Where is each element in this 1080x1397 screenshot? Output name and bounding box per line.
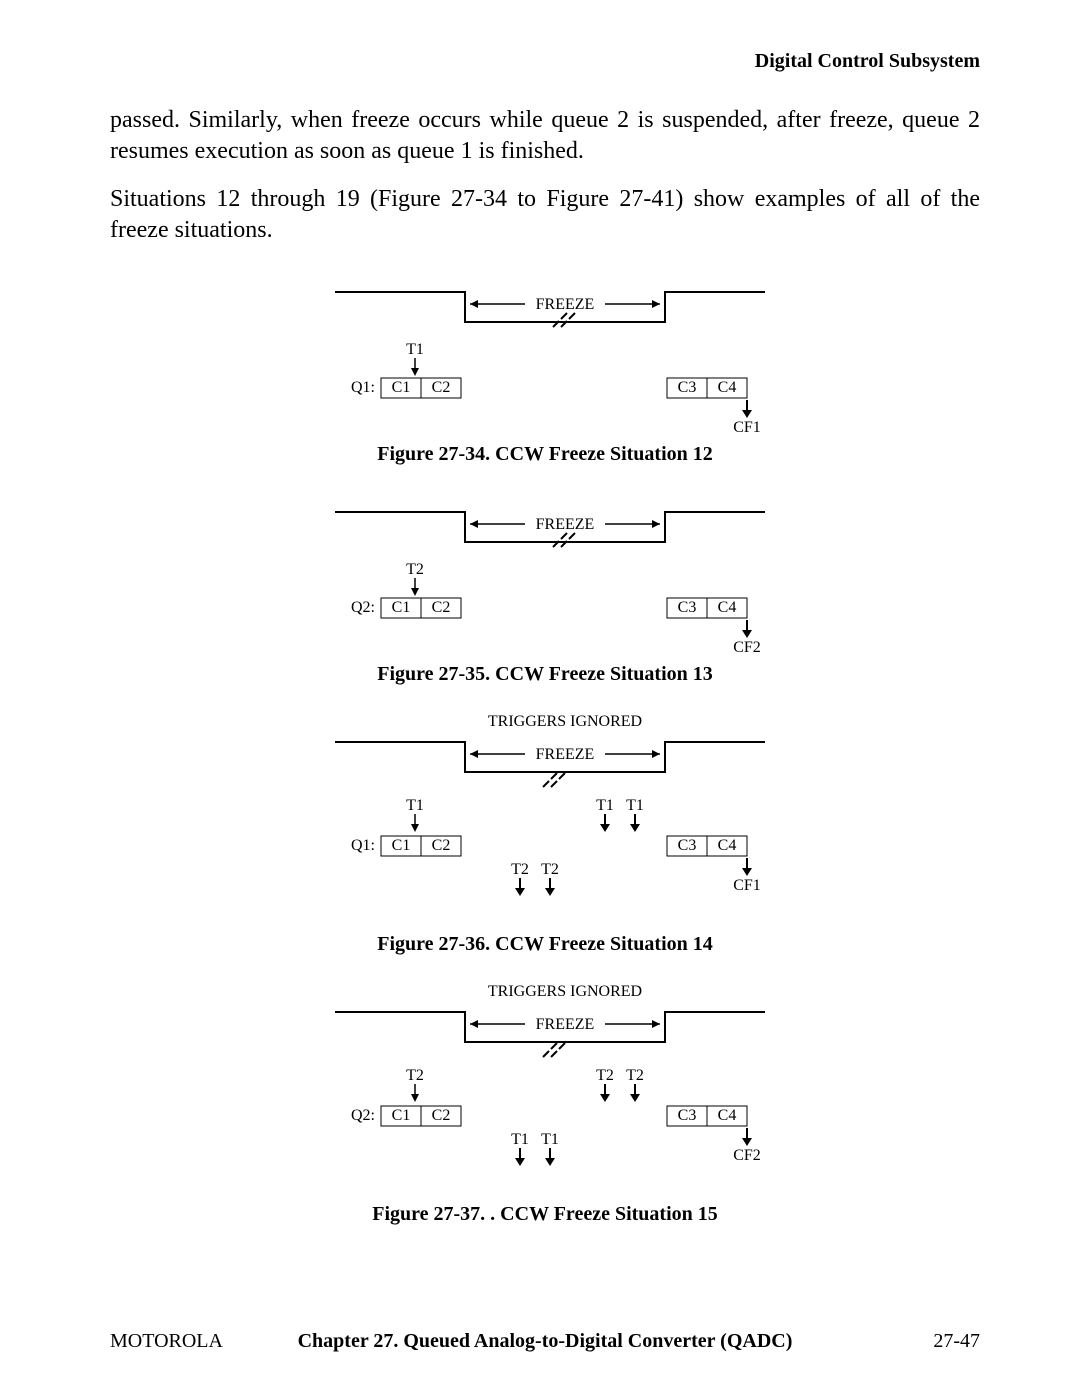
cell-c1-label: C1 — [392, 379, 411, 396]
arrowhead-icon — [600, 824, 610, 832]
trigger-t1-ignored-label: T1 — [596, 797, 614, 814]
cell-c4-label: C4 — [718, 837, 737, 854]
cell-c1-label: C1 — [392, 1107, 411, 1124]
figure-caption-36: Figure 27-36. CCW Freeze Situation 14 — [110, 933, 980, 956]
freeze-label: FREEZE — [536, 516, 595, 533]
triggers-ignored-label: TRIGGERS IGNORED — [488, 713, 642, 730]
timing-diagram-36: TRIGGERS IGNORED FREEZE T1 T1 T1 Q1 — [315, 712, 775, 922]
cf1-label: CF1 — [733, 877, 761, 894]
trigger-t2-label: T2 — [406, 561, 424, 578]
trigger-t2-ignored-label: T2 — [596, 1067, 614, 1084]
arrowhead-icon — [515, 1158, 525, 1166]
freeze-label: FREEZE — [536, 746, 595, 763]
cf2-label: CF2 — [733, 1147, 761, 1164]
trigger-t1-label: T1 — [406, 341, 424, 358]
queue-label-q2: Q2: — [351, 599, 375, 616]
arrowhead-icon — [470, 520, 478, 528]
figure-27-35: FREEZE T2 Q2: C1 C2 C3 C4 CF2 Figure 27-… — [110, 492, 980, 686]
cell-c1-label: C1 — [392, 599, 411, 616]
arrowhead-icon — [742, 410, 752, 418]
trigger-t1-label: T1 — [406, 797, 424, 814]
figure-caption-35: Figure 27-35. CCW Freeze Situation 13 — [110, 663, 980, 686]
cell-c2-label: C2 — [432, 379, 451, 396]
arrowhead-icon — [652, 1020, 660, 1028]
freeze-label: FREEZE — [536, 1016, 595, 1033]
arrowhead-icon — [470, 300, 478, 308]
arrowhead-icon — [652, 300, 660, 308]
arrowhead-icon — [652, 520, 660, 528]
break-mark-icon — [543, 1043, 565, 1057]
arrowhead-icon — [600, 1094, 610, 1102]
figure-27-34: FREEZE T1 Q1: C1 C2 C3 C4 CF1 — [110, 272, 980, 466]
page: Digital Control Subsystem passed. Simila… — [0, 0, 1080, 1397]
figure-27-36: TRIGGERS IGNORED FREEZE T1 T1 T1 Q1 — [110, 712, 980, 956]
arrowhead-icon — [411, 588, 419, 596]
freeze-label: FREEZE — [536, 296, 595, 313]
paragraph-2: Situations 12 through 19 (Figure 27-34 t… — [110, 184, 980, 245]
cell-c1-label: C1 — [392, 837, 411, 854]
cell-c3-label: C3 — [678, 379, 697, 396]
arrowhead-icon — [630, 824, 640, 832]
cf2-label: CF2 — [733, 639, 761, 652]
paragraph-1: passed. Similarly, when freeze occurs wh… — [110, 105, 980, 166]
timing-diagram-35: FREEZE T2 Q2: C1 C2 C3 C4 CF2 — [315, 492, 775, 652]
figure-caption-37: Figure 27-37. . CCW Freeze Situation 15 — [110, 1203, 980, 1226]
break-mark-icon — [543, 773, 565, 787]
arrowhead-icon — [470, 750, 478, 758]
arrowhead-icon — [470, 1020, 478, 1028]
cell-c3-label: C3 — [678, 599, 697, 616]
trigger-t2-ignored-label-2: T2 — [626, 1067, 644, 1084]
queue-label-q1: Q1: — [351, 379, 375, 396]
break-mark-icon — [553, 533, 575, 547]
arrowhead-icon — [411, 1094, 419, 1102]
trigger-t2-label: T2 — [406, 1067, 424, 1084]
cell-c3-label: C3 — [678, 1107, 697, 1124]
page-footer: MOTOROLA Chapter 27. Queued Analog-to-Di… — [110, 1330, 980, 1353]
figure-caption-34: Figure 27-34. CCW Freeze Situation 12 — [110, 443, 980, 466]
trigger-t2-ignored-label-2: T2 — [541, 861, 559, 878]
cell-c3-label: C3 — [678, 837, 697, 854]
footer-right: 27-47 — [933, 1330, 980, 1353]
trigger-t1-ignored-label-2: T1 — [541, 1131, 559, 1148]
trigger-t1-ignored-label-2: T1 — [626, 797, 644, 814]
arrowhead-icon — [411, 824, 419, 832]
arrowhead-icon — [630, 1094, 640, 1102]
footer-left: MOTOROLA — [110, 1330, 223, 1353]
footer-center: Chapter 27. Queued Analog-to-Digital Con… — [110, 1330, 980, 1353]
arrowhead-icon — [742, 1138, 752, 1146]
cell-c4-label: C4 — [718, 379, 737, 396]
triggers-ignored-label: TRIGGERS IGNORED — [488, 983, 642, 1000]
arrowhead-icon — [742, 868, 752, 876]
arrowhead-icon — [652, 750, 660, 758]
cf1-label: CF1 — [733, 419, 761, 432]
arrowhead-icon — [545, 1158, 555, 1166]
break-mark-icon — [553, 313, 575, 327]
timing-diagram-34: FREEZE T1 Q1: C1 C2 C3 C4 CF1 — [315, 272, 775, 432]
trigger-t1-ignored-label: T1 — [511, 1131, 529, 1148]
figure-27-37: TRIGGERS IGNORED FREEZE T2 T2 T2 Q2 — [110, 982, 980, 1226]
cell-c2-label: C2 — [432, 1107, 451, 1124]
cell-c4-label: C4 — [718, 599, 737, 616]
cell-c4-label: C4 — [718, 1107, 737, 1124]
arrowhead-icon — [411, 368, 419, 376]
cell-c2-label: C2 — [432, 599, 451, 616]
cell-c2-label: C2 — [432, 837, 451, 854]
timing-diagram-37: TRIGGERS IGNORED FREEZE T2 T2 T2 Q2 — [315, 982, 775, 1192]
running-header: Digital Control Subsystem — [110, 50, 980, 73]
queue-label-q1: Q1: — [351, 837, 375, 854]
arrowhead-icon — [545, 888, 555, 896]
queue-label-q2: Q2: — [351, 1107, 375, 1124]
trigger-t2-ignored-label: T2 — [511, 861, 529, 878]
arrowhead-icon — [742, 630, 752, 638]
arrowhead-icon — [515, 888, 525, 896]
